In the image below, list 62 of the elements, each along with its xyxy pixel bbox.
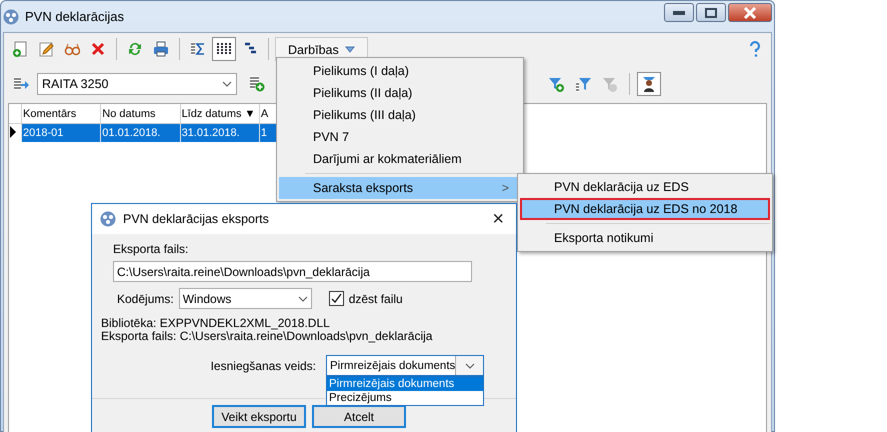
new-document-icon	[12, 41, 28, 57]
menu-item[interactable]: PVN deklarācija uz EDS	[520, 176, 770, 198]
app-logo-icon	[100, 211, 116, 227]
filter-add-icon	[548, 76, 564, 92]
list-add-icon	[249, 76, 265, 92]
minimize-button[interactable]	[664, 3, 694, 22]
field-label: Iesniegšanas veids:	[210, 358, 316, 372]
column-header[interactable]: Komentārs	[22, 104, 101, 124]
table-cell: 01.01.2018.	[100, 124, 180, 142]
columns-button[interactable]	[212, 37, 236, 61]
menu-item[interactable]: Eksporta notikumi	[520, 227, 770, 249]
file-path-field[interactable]: C:\Users\raita.reine\Downloads\pvn_deklarācija	[113, 261, 472, 282]
menu-item[interactable]: Pielikums (III daļa)	[279, 104, 521, 126]
close-icon	[743, 6, 757, 18]
dialog-title: PVN deklarācijas eksports	[123, 212, 270, 226]
person-filter-button[interactable]	[637, 72, 661, 96]
pencil-icon	[38, 41, 54, 57]
column-header[interactable]: No datums	[100, 104, 180, 124]
maximize-button[interactable]	[696, 3, 726, 22]
refresh-icon	[127, 41, 143, 57]
dialog-button[interactable]: Veikt eksportu	[212, 405, 306, 428]
table-cell: 31.01.2018.	[180, 124, 260, 142]
submenu-arrow: >	[502, 181, 509, 195]
menu-item[interactable]: Darījumi ar kokmateriāliem	[279, 148, 521, 170]
field-label: Kodējums:	[117, 292, 174, 306]
checkbox[interactable]	[328, 291, 344, 306]
filter-disabled-icon	[602, 76, 618, 92]
row-pointer-icon	[10, 126, 16, 138]
info-text: Eksporta fails: C:\Users\raita.reine\Downloads\pvn_deklarācija	[101, 330, 434, 343]
chevron-down-icon	[222, 81, 232, 87]
window-title: PVN deklarācijas	[25, 9, 125, 24]
close-button[interactable]	[728, 3, 772, 22]
encoding-select[interactable]: Windows	[178, 288, 312, 309]
printer-icon	[153, 41, 169, 57]
field-label: Eksporta fails:	[113, 242, 190, 256]
menu-item[interactable]: PVN deklarācija uz EDS no 2018	[520, 198, 770, 220]
minimize-icon	[673, 10, 685, 16]
table-cell: 2018-01	[22, 124, 101, 142]
close-button[interactable]: ×	[488, 208, 508, 230]
menu-item[interactable]: Pielikums (II daļa)	[279, 82, 521, 104]
column-header[interactable]: Līdz datums ▼	[180, 104, 260, 124]
chevron-down-icon	[464, 362, 475, 368]
company-combo[interactable]: RAITA 3250	[37, 73, 237, 95]
glasses-icon	[64, 41, 80, 57]
dropdown-option[interactable]: Precizējums	[327, 391, 483, 405]
person-filter-icon	[641, 76, 657, 92]
submission-type-select[interactable]: Pirmreizējais dokuments	[326, 355, 484, 376]
columns-icon	[216, 41, 232, 57]
maximize-icon	[705, 8, 717, 18]
delete-icon	[90, 41, 106, 57]
menu-item[interactable]: Pielikums (I daļa)	[279, 60, 521, 82]
filter-list-icon	[575, 76, 591, 92]
dropdown-arrow-icon	[344, 46, 355, 53]
list-arrow-icon	[13, 76, 29, 92]
checkbox-label: dzēst failu	[348, 292, 403, 306]
info-text: Bibliotēka: EXPPVNDEKL2XML_2018.DLL	[101, 317, 331, 330]
sigma-icon	[190, 41, 206, 57]
help-icon	[747, 40, 763, 58]
dropdown-option[interactable]: Pirmreizējais dokuments	[327, 377, 483, 391]
dialog-button[interactable]: Atcelt	[312, 405, 406, 428]
chevron-down-icon	[298, 296, 308, 302]
app-logo-icon	[3, 8, 19, 24]
